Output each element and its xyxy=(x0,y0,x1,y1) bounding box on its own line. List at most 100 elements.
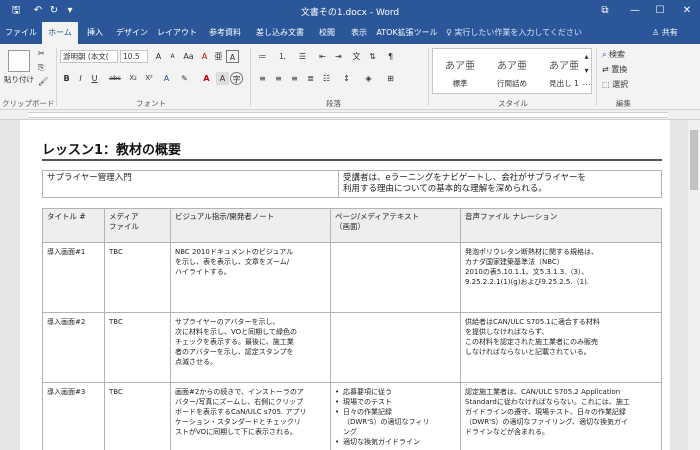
document-heading: レッスン1：教材の概要 xyxy=(42,143,182,158)
font-group-label: フォント xyxy=(136,99,166,108)
tab-home[interactable]: ホーム xyxy=(42,22,78,44)
gallery-more-icon[interactable]: ⋯ xyxy=(580,78,593,91)
align-center-icon[interactable]: ≡ xyxy=(272,72,285,85)
cell-visual[interactable]: NBC 2010ドキュメントのビジュアル を示し、表を表示し、文章をズーム/ ハ… xyxy=(170,242,331,313)
cell-title[interactable]: 導入画面#3 xyxy=(42,382,105,450)
show-marks-icon[interactable]: ¶ xyxy=(384,50,397,63)
horizontal-ruler[interactable] xyxy=(0,110,700,120)
subscript-button[interactable]: X₂ xyxy=(126,72,140,85)
multilevel-list-icon[interactable]: ☰ xyxy=(296,50,309,63)
document-page[interactable]: レッスン1：教材の概要 サプライヤー管理入門 受講者は、eラーニングをナビゲート… xyxy=(20,120,670,450)
tell-me-search[interactable]: ♀ 実行したい作業を入力してください xyxy=(446,22,582,44)
search-icon: ⌕ xyxy=(602,50,607,59)
tab-layout[interactable]: レイアウト xyxy=(154,22,200,44)
style-normal[interactable]: あア亜 標準 xyxy=(435,51,485,91)
replace-label: 置換 xyxy=(611,65,628,74)
bullets-icon[interactable]: ≔ xyxy=(256,50,269,63)
font-color-icon[interactable]: A xyxy=(200,72,213,85)
format-painter-icon[interactable]: 🖌 xyxy=(38,76,48,88)
select-button[interactable]: ⬚ 選択 xyxy=(602,79,628,91)
tab-atok[interactable]: ATOK拡張ツール xyxy=(376,22,438,44)
distributed-icon[interactable]: ☷ xyxy=(320,72,333,85)
paste-icon[interactable] xyxy=(8,50,30,72)
cell-media[interactable]: TBC xyxy=(104,242,171,313)
table-row: 導入画面#1 TBC NBC 2010ドキュメントのビジュアル を示し、表を表示… xyxy=(42,242,662,313)
cell-audio[interactable]: 発泡ポリウレタン断熱材に関する規格は、 カナダ国家建築基準法（NBC） 2010… xyxy=(460,242,662,313)
enclose-char-icon[interactable]: 字 xyxy=(230,72,243,85)
cell-page-text[interactable] xyxy=(330,312,461,383)
clear-format-icon[interactable]: A xyxy=(198,50,211,63)
style-no-spacing[interactable]: あア亜 行間詰め xyxy=(487,51,537,91)
font-name-combo[interactable]: 游明朝 (本文( xyxy=(60,50,118,63)
phonetic-guide-icon[interactable]: 亜 xyxy=(212,50,225,63)
text-effects-icon[interactable]: A xyxy=(160,72,173,85)
highlight-icon[interactable]: ✎ xyxy=(178,72,191,85)
vertical-scrollbar[interactable] xyxy=(688,120,700,450)
find-button[interactable]: ⌕ 検索 xyxy=(602,49,625,61)
change-case-icon[interactable]: Aa xyxy=(182,50,195,63)
superscript-button[interactable]: X² xyxy=(142,72,156,85)
italic-button[interactable]: I xyxy=(74,72,87,85)
close-button[interactable]: ✕ xyxy=(672,0,700,22)
tab-file[interactable]: ファイル xyxy=(2,22,40,44)
tab-references[interactable]: 参考資料 xyxy=(202,22,248,44)
cell-audio[interactable]: 供給者はCAN/ULC S705.1に適合する材料 を提供しなければならず、 こ… xyxy=(460,312,662,383)
cell-visual[interactable]: サプライヤーのアバターを示し、 次に材料を示し、VOと同期して緑色の チェックを… xyxy=(170,312,331,383)
font-size-combo[interactable]: 10.5 xyxy=(120,50,148,63)
asian-layout-icon[interactable]: 文 xyxy=(350,50,363,63)
cut-icon[interactable]: ✂ xyxy=(38,48,45,60)
cell-title[interactable]: 導入画面#1 xyxy=(42,242,105,313)
tab-review[interactable]: 校閲 xyxy=(312,22,342,44)
share-button[interactable]: ♙ 共有 xyxy=(652,22,678,44)
cell-page-text[interactable] xyxy=(330,242,461,313)
style-sample: あア亜 xyxy=(497,61,527,72)
style-name: 行間詰め xyxy=(497,79,527,88)
decrease-indent-icon[interactable]: ⇤ xyxy=(316,50,329,63)
maximize-button[interactable]: ☐ xyxy=(645,0,675,22)
sort-icon[interactable]: ⇅ xyxy=(366,50,379,63)
cell-title[interactable]: 導入画面#2 xyxy=(42,312,105,383)
cell-audio[interactable]: 認定施工業者は、CAN/ULC S705.2 Application Stand… xyxy=(460,382,662,450)
cell-media[interactable]: TBC xyxy=(104,382,171,450)
intro-title-cell[interactable]: サプライヤー管理入門 xyxy=(42,170,339,198)
list-item: （DWR'S）の適切なフィリ xyxy=(343,418,430,426)
ribbon-display-options-button[interactable]: ⧉ xyxy=(590,0,620,22)
increase-indent-icon[interactable]: ⇥ xyxy=(332,50,345,63)
borders-icon[interactable]: ⊞ xyxy=(384,72,397,85)
gallery-down-icon[interactable]: ▾ xyxy=(580,64,593,77)
scrollbar-thumb[interactable] xyxy=(690,130,698,190)
tab-design[interactable]: デザイン xyxy=(112,22,152,44)
char-shading-icon[interactable]: A xyxy=(216,72,229,85)
clipboard-group-label: クリップボード xyxy=(2,99,55,108)
tab-mailings[interactable]: 差し込み文書 xyxy=(250,22,310,44)
justify-icon[interactable]: ≣ xyxy=(304,72,317,85)
header-title: タイトル # xyxy=(42,208,105,243)
shrink-font-icon[interactable]: A xyxy=(166,50,179,63)
ribbon-tabs: ファイル ホーム 挿入 デザイン レイアウト 参考資料 差し込み文書 校閲 表示… xyxy=(0,22,700,44)
tab-view[interactable]: 表示 xyxy=(344,22,374,44)
line-spacing-icon[interactable]: ↕ xyxy=(340,72,353,85)
replace-button[interactable]: ⇄ 置換 xyxy=(602,64,627,76)
copy-icon[interactable]: ⎘ xyxy=(38,62,44,74)
cell-visual[interactable]: 画面#2からの続きで、インストーラのア バター/写真にズームし、右側にクリップ … xyxy=(170,382,331,450)
paste-button[interactable]: 貼り付け xyxy=(4,74,34,86)
cell-page-text[interactable]: 応募要項に従う 現場でのテスト 日々の作業記録 （DWR'S）の適切なフィリ ン… xyxy=(330,382,461,450)
ribbon: 貼り付け ✂ ⎘ 🖌 クリップボード 游明朝 (本文( 10.5 A A Aa … xyxy=(0,44,700,110)
replace-icon: ⇄ xyxy=(602,65,609,74)
styles-group-label: スタイル xyxy=(498,99,528,108)
bold-button[interactable]: B xyxy=(60,72,73,85)
char-border-icon[interactable]: A xyxy=(226,50,239,63)
intro-description-cell[interactable]: 受講者は、eラーニングをナビゲートし、会社がサプライヤーを 利用する理由について… xyxy=(338,170,662,198)
header-page-text: ページ/メディアテキスト （画面） xyxy=(330,208,461,243)
tab-insert[interactable]: 挿入 xyxy=(80,22,110,44)
grow-font-icon[interactable]: A xyxy=(152,50,165,63)
shading-icon[interactable]: ◈ xyxy=(362,72,375,85)
numbering-icon[interactable]: ⒈ xyxy=(276,50,289,63)
cell-media[interactable]: TBC xyxy=(104,312,171,383)
underline-button[interactable]: U xyxy=(88,72,101,85)
align-left-icon[interactable]: ≡ xyxy=(256,72,269,85)
strikethrough-button[interactable]: abc xyxy=(106,72,124,85)
gallery-up-icon[interactable]: ▴ xyxy=(580,50,593,63)
align-right-icon[interactable]: ≡ xyxy=(288,72,301,85)
list-item: 現場でのテスト xyxy=(335,397,456,407)
